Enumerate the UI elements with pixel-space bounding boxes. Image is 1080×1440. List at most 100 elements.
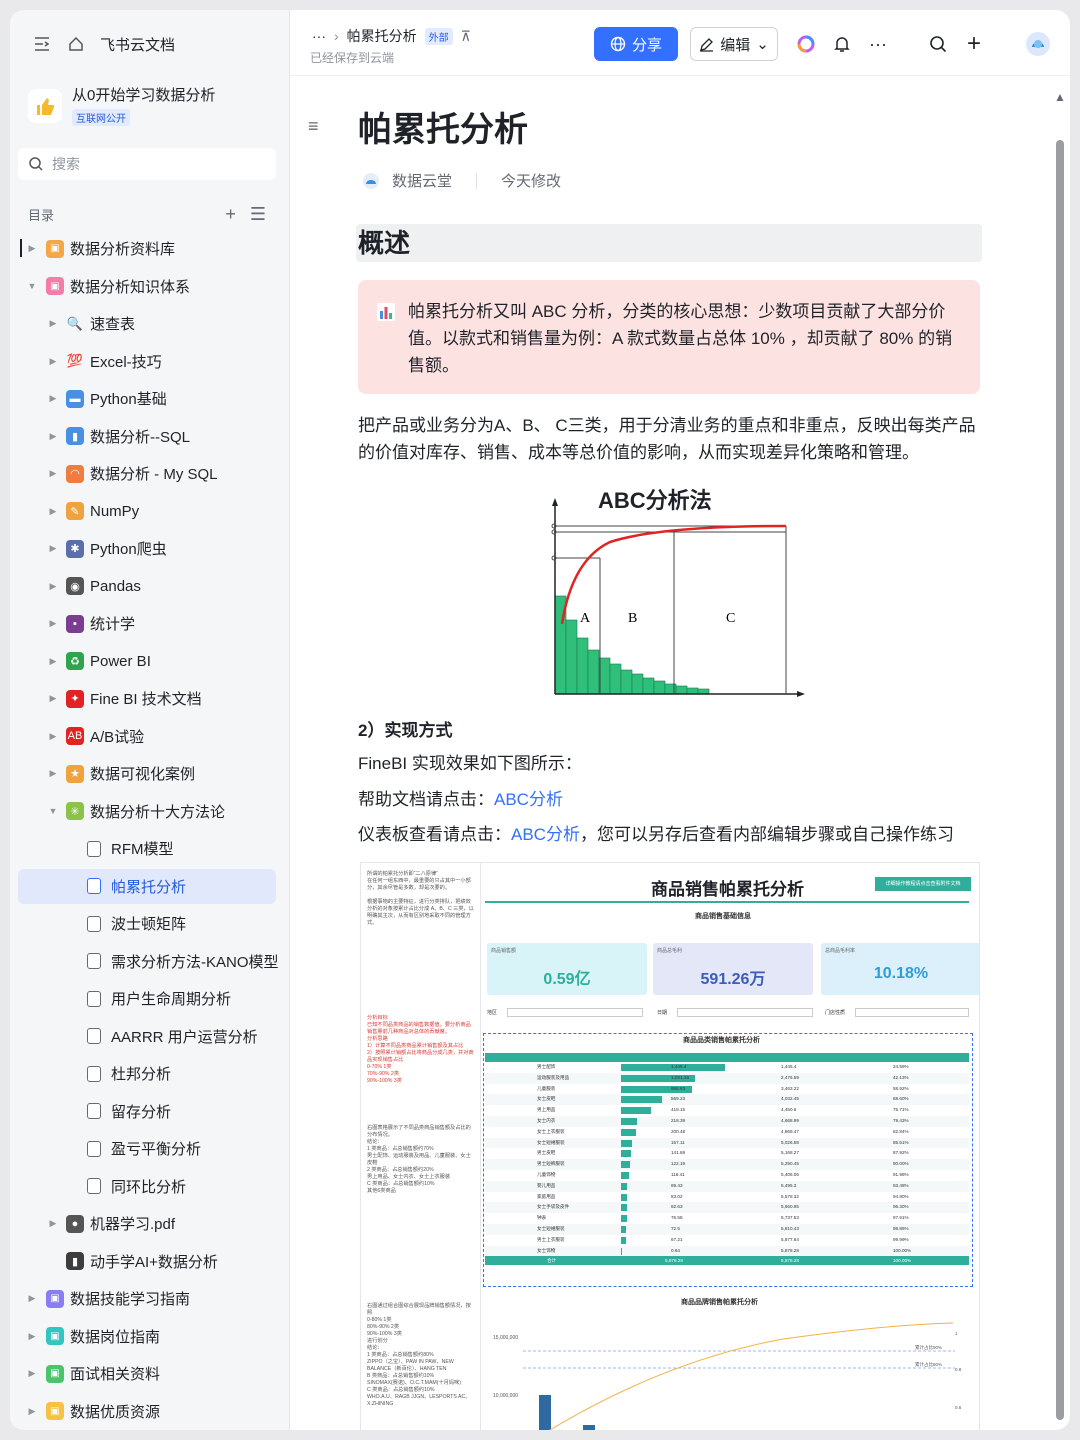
sidebar-item[interactable]: ▶ ★ 数据可视化案例 — [10, 755, 290, 793]
edit-label: 编辑 — [720, 36, 751, 54]
cell-value: 418.15 — [671, 1107, 686, 1113]
sidebar-item[interactable]: 需求分析方法-KANO模型 — [10, 943, 290, 981]
sidebar-item[interactable]: 帕累托分析 — [10, 868, 290, 906]
cell-value: 1,031.19 — [671, 1074, 689, 1080]
sidebar-item[interactable]: 盈亏平衡分析 — [10, 1130, 290, 1168]
note-block: 所谓的帕累托分析即“二八原律” 在任何一组东西中，最重要的只占其中一小部分，其余尽… — [367, 871, 474, 926]
sidebar-item[interactable]: ▶ ▣ 数据岗位指南 — [10, 1318, 290, 1356]
caret-right-icon[interactable]: ▶ — [48, 618, 58, 629]
caret-right-icon[interactable]: ▶ — [48, 656, 58, 667]
caret-right-icon[interactable]: ▶ — [48, 468, 58, 479]
outline-icon[interactable]: ≡ — [308, 116, 319, 137]
search-input[interactable]: 搜索 — [18, 148, 276, 180]
sidebar-item[interactable]: AARRR 用户运营分析 — [10, 1018, 290, 1056]
sidebar-item[interactable]: ▶ ▣ 数据优质资源 — [10, 1393, 290, 1431]
bell-icon[interactable] — [830, 32, 854, 56]
sidebar-item[interactable]: 用户生命周期分析 — [10, 980, 290, 1018]
caret-down-icon[interactable]: ▼ — [27, 281, 37, 291]
table-row: 钟表 76.58 5,737.53 97.61% — [485, 1213, 969, 1224]
workspace-header[interactable]: 从0开始学习数据分析 互联网公开 — [28, 84, 215, 127]
folder-pink-icon: ▣ — [46, 277, 64, 296]
sidebar-item[interactable]: ▼ ▣ 数据分析知识体系 — [10, 268, 290, 306]
home-icon[interactable] — [66, 34, 86, 54]
pin-icon[interactable]: ⊼ — [461, 28, 471, 45]
sidebar-item[interactable]: ▶ ▣ 数据技能学习指南 — [10, 1280, 290, 1318]
sidebar-item[interactable]: ▶ ✱ Python爬虫 — [10, 530, 290, 568]
caret-right-icon[interactable]: ▶ — [27, 1368, 37, 1379]
edit-mode-button[interactable]: 编辑 ⌄ — [690, 27, 778, 61]
caret-right-icon[interactable]: ▶ — [48, 768, 58, 779]
sidebar-item-label: Pandas — [90, 577, 141, 595]
folder-orange-icon: ▣ — [46, 239, 64, 258]
sidebar-item[interactable]: ▶ ✦ Fine BI 技术文档 — [10, 680, 290, 718]
search-icon[interactable] — [926, 32, 950, 56]
caret-right-icon[interactable]: ▶ — [48, 506, 58, 517]
sidebar-item-label: 数据技能学习指南 — [70, 1291, 191, 1309]
sidebar-item[interactable]: ▶ ♻ Power BI — [10, 643, 290, 681]
sidebar-item[interactable]: ▶ ◠ 数据分析 - My SQL — [10, 455, 290, 493]
memo-icon: ✎ — [66, 502, 84, 521]
caret-right-icon[interactable]: ▶ — [48, 356, 58, 367]
sidebar-item[interactable]: ▶ ✎ NumPy — [10, 493, 290, 531]
more-icon[interactable]: ··· — [866, 32, 890, 56]
dashboard-link[interactable]: ABC分析 — [511, 825, 580, 844]
sidebar-item[interactable]: ▶ AB A/B试验 — [10, 718, 290, 756]
vertical-scrollbar[interactable]: ▲ — [1054, 90, 1066, 1420]
sidebar-item-label: 机器学习.pdf — [90, 1216, 176, 1234]
sidebar-item[interactable]: ▮ 动手学AI+数据分析 — [10, 1243, 290, 1281]
caret-right-icon[interactable]: ▶ — [48, 318, 58, 329]
sidebar-item[interactable]: ▶ ▣ 面试相关资料 — [10, 1355, 290, 1393]
sidebar-item[interactable]: 杜邦分析 — [10, 1055, 290, 1093]
breadcrumb: ··· › 帕累托分析 外部 ⊼ — [312, 26, 471, 46]
breadcrumb-title[interactable]: 帕累托分析 — [347, 26, 417, 46]
avatar[interactable] — [1026, 32, 1050, 56]
share-button[interactable]: 分享 — [594, 27, 678, 61]
collapse-sidebar-icon[interactable] — [32, 34, 52, 54]
abc-bar — [620, 669, 633, 695]
sidebar-item[interactable]: ▶ ▪ 统计学 — [10, 605, 290, 643]
caret-right-icon[interactable]: ▶ — [27, 1406, 37, 1417]
sidebar-item[interactable]: ▶ ● 机器学习.pdf — [10, 1205, 290, 1243]
sidebar-item[interactable]: ▶ 🔍 速查表 — [10, 305, 290, 343]
sidebar-item[interactable]: RFM模型 — [10, 830, 290, 868]
floppy-icon: ▪ — [66, 614, 84, 633]
caret-right-icon[interactable]: ▶ — [48, 431, 58, 442]
caret-right-icon[interactable]: ▶ — [27, 1293, 37, 1304]
sidebar-item[interactable]: ▶ ▣ 数据分析资料库 — [10, 230, 290, 268]
search-icon — [29, 157, 43, 171]
caret-right-icon[interactable]: ▶ — [48, 581, 58, 592]
sidebar-item[interactable]: 同环比分析 — [10, 1168, 290, 1206]
caret-right-icon[interactable]: ▶ — [27, 1331, 37, 1342]
sidebar-item[interactable]: ▶ 💯 Excel-技巧 — [10, 343, 290, 381]
cell-name: 女士短裙服装 — [537, 1225, 565, 1231]
caret-right-icon[interactable]: ▶ — [27, 243, 37, 254]
doc-icon — [87, 915, 101, 932]
sidebar-item-label: 统计学 — [90, 616, 136, 634]
scroll-up-icon[interactable]: ▲ — [1054, 90, 1066, 104]
caret-right-icon[interactable]: ▶ — [48, 1218, 58, 1229]
add-icon[interactable]: + — [225, 204, 236, 225]
caret-right-icon[interactable]: ▶ — [48, 693, 58, 704]
sidebar-item[interactable]: 留存分析 — [10, 1093, 290, 1131]
scrollbar-thumb[interactable] — [1056, 140, 1064, 1420]
sidebar-item[interactable]: ▶ ▬ Python基础 — [10, 380, 290, 418]
dashboard-suffix: ，您可以另存后查看内部编辑步骤或自己操作练习 — [579, 825, 954, 844]
sidebar-item[interactable]: 波士顿矩阵 — [10, 905, 290, 943]
sidebar-item[interactable]: ▼ ✳ 数据分析十大方法论 — [10, 793, 290, 831]
caret-right-icon[interactable]: ▶ — [48, 393, 58, 404]
sidebar-item-label: 数据岗位指南 — [70, 1328, 161, 1346]
bar-chart-icon: ▮ — [66, 427, 84, 446]
more-breadcrumb-icon[interactable]: ··· — [312, 28, 326, 44]
sidebar-item[interactable]: ▶ ◉ Pandas — [10, 568, 290, 606]
caret-down-icon[interactable]: ▼ — [48, 806, 58, 816]
author-name[interactable]: 数据云堂 — [392, 170, 452, 191]
ai-assistant-icon[interactable] — [794, 32, 818, 56]
add-icon[interactable]: + — [962, 30, 986, 57]
caret-right-icon[interactable]: ▶ — [48, 731, 58, 742]
bar-chart-icon — [377, 303, 395, 321]
caret-right-icon[interactable]: ▶ — [48, 543, 58, 554]
sidebar-item[interactable]: ▶ ▮ 数据分析--SQL — [10, 418, 290, 456]
list-view-icon[interactable]: ☰ — [250, 204, 266, 225]
app-name[interactable]: 飞书云文档 — [100, 34, 175, 55]
help-link[interactable]: ABC分析 — [494, 790, 563, 809]
